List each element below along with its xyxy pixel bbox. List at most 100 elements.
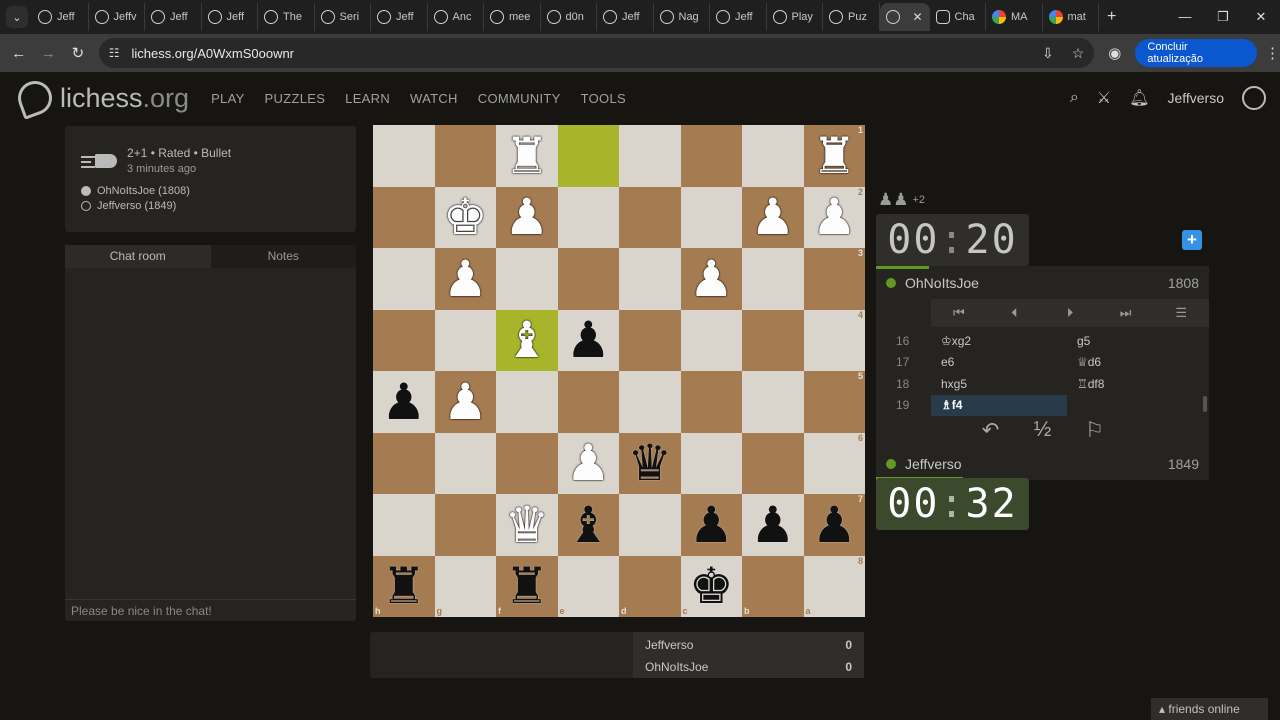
browser-tab[interactable]: Nag: [654, 3, 710, 31]
square-e6[interactable]: ♟: [557, 432, 619, 494]
black-pawn-icon[interactable]: ♟: [381, 377, 426, 427]
previous-move-icon[interactable]: ⏴: [987, 305, 1043, 321]
chat-input[interactable]: Please be nice in the chat!: [65, 599, 356, 621]
browser-tab[interactable]: Jeff: [32, 3, 89, 31]
friends-online-toggle[interactable]: ▴ friends online: [1151, 698, 1268, 720]
menu-icon[interactable]: ☰: [1153, 305, 1209, 321]
nav-community[interactable]: COMMUNITY: [478, 91, 561, 106]
browser-tab[interactable]: Jeff: [371, 3, 428, 31]
white-pawn-icon[interactable]: ♟: [566, 438, 611, 488]
white-king-icon[interactable]: ♚: [443, 192, 488, 242]
browser-tab[interactable]: Seri: [315, 3, 371, 31]
white-pawn-icon[interactable]: ♟: [689, 254, 734, 304]
square-b5[interactable]: [742, 371, 804, 433]
square-h3[interactable]: [373, 248, 435, 310]
user-menu[interactable]: Jeffverso: [1167, 90, 1224, 106]
browser-tab[interactable]: The: [258, 3, 315, 31]
black-bishop-icon[interactable]: ♝: [566, 500, 611, 550]
last-move-icon[interactable]: ⏭: [1098, 305, 1154, 321]
user-avatar-icon[interactable]: [1242, 86, 1266, 110]
white-rook-icon[interactable]: ♜: [504, 131, 549, 181]
black-move[interactable]: ♕d6: [1067, 352, 1203, 374]
add-time-button[interactable]: +: [1182, 230, 1202, 250]
square-d4[interactable]: [619, 309, 681, 371]
white-queen-icon[interactable]: ♛: [504, 500, 549, 550]
white-player-entry[interactable]: OhNoItsJoe (1808): [81, 185, 340, 197]
black-rook-icon[interactable]: ♜: [504, 561, 549, 611]
notifications-bell-icon[interactable]: 🔔︎: [1129, 88, 1149, 108]
black-player-entry[interactable]: Jeffverso (1849): [81, 200, 340, 212]
chess-board[interactable]: ♜ ♜ 1 ♚ ♟ ♟ ♟ 2 ♟ ♟ 3 ♝ ♟ 4 ♟ ♟ 5 ♟ ♛ 6 ♛ ♝ ♟ ♟ ♟ 7 ♜ h g ♜ f e d ♚ c b 8 a: [373, 125, 865, 617]
black-pawn-icon[interactable]: ♟: [566, 315, 611, 365]
square-d5[interactable]: [619, 371, 681, 433]
nav-watch[interactable]: WATCH: [410, 91, 458, 106]
install-app-icon[interactable]: ⇩: [1042, 45, 1054, 62]
close-tab-icon[interactable]: ✕: [912, 10, 922, 24]
update-button[interactable]: Concluir atualização: [1135, 39, 1257, 67]
site-info-icon[interactable]: ☷: [109, 46, 120, 60]
browser-tab[interactable]: Jeff: [202, 3, 258, 31]
tab-notes[interactable]: Notes: [210, 245, 356, 268]
browser-tab[interactable]: mat: [1043, 3, 1099, 31]
square-h4[interactable]: [373, 309, 435, 371]
square-a6[interactable]: 6: [803, 432, 865, 494]
square-b4[interactable]: [742, 309, 804, 371]
black-move[interactable]: g5: [1067, 330, 1203, 352]
square-d3[interactable]: [619, 248, 681, 310]
reload-icon[interactable]: ↻: [63, 44, 93, 62]
square-h5[interactable]: ♟: [373, 371, 435, 433]
square-a3[interactable]: 3: [803, 248, 865, 310]
square-f2[interactable]: ♟: [496, 186, 558, 248]
new-tab-icon[interactable]: +: [1107, 8, 1116, 26]
square-c4[interactable]: [680, 309, 742, 371]
square-f4[interactable]: ♝: [496, 309, 558, 371]
minimize-icon[interactable]: —: [1166, 9, 1204, 25]
black-move[interactable]: ♖df8: [1067, 373, 1203, 395]
resign-flag-icon[interactable]: ⚐: [1083, 418, 1107, 448]
square-h8[interactable]: ♜ h: [373, 555, 435, 617]
square-e3[interactable]: [557, 248, 619, 310]
black-pawn-icon[interactable]: ♟: [750, 500, 795, 550]
square-c5[interactable]: [680, 371, 742, 433]
square-g2[interactable]: ♚: [434, 186, 496, 248]
white-rook-icon[interactable]: ♜: [812, 131, 857, 181]
tab-search-icon[interactable]: ⌄: [6, 6, 28, 28]
square-d1[interactable]: [619, 125, 681, 187]
square-c1[interactable]: [680, 125, 742, 187]
white-bishop-icon[interactable]: ♝: [504, 315, 549, 365]
square-c7[interactable]: ♟: [680, 494, 742, 556]
back-icon[interactable]: ←: [4, 45, 34, 62]
square-e1[interactable]: [557, 125, 619, 187]
square-f8[interactable]: ♜ f: [496, 555, 558, 617]
forward-icon[interactable]: →: [34, 45, 64, 62]
square-a7[interactable]: ♟ 7: [803, 494, 865, 556]
browser-tab[interactable]: mee: [484, 3, 541, 31]
restore-icon[interactable]: ❐: [1204, 9, 1242, 25]
square-h7[interactable]: [373, 494, 435, 556]
white-move[interactable]: hxg5: [931, 373, 1067, 395]
square-d7[interactable]: [619, 494, 681, 556]
tab-chat-room[interactable]: Chat room: [65, 245, 211, 268]
white-pawn-icon[interactable]: ♟: [750, 192, 795, 242]
square-e7[interactable]: ♝: [557, 494, 619, 556]
square-b6[interactable]: [742, 432, 804, 494]
square-b3[interactable]: [742, 248, 804, 310]
square-f5[interactable]: [496, 371, 558, 433]
square-c6[interactable]: [680, 432, 742, 494]
black-pawn-icon[interactable]: ♟: [689, 500, 734, 550]
square-e2[interactable]: [557, 186, 619, 248]
white-move[interactable]: ♗f4: [931, 394, 1067, 416]
square-g7[interactable]: [434, 494, 496, 556]
challenge-swords-icon[interactable]: ⚔: [1097, 88, 1111, 108]
square-b7[interactable]: ♟: [742, 494, 804, 556]
nav-play[interactable]: PLAY: [211, 91, 244, 106]
browser-tab[interactable]: Puz: [823, 3, 880, 31]
square-a4[interactable]: 4: [803, 309, 865, 371]
square-g3[interactable]: ♟: [434, 248, 496, 310]
square-a8[interactable]: 8a: [803, 555, 865, 617]
square-c3[interactable]: ♟: [680, 248, 742, 310]
nav-puzzles[interactable]: PUZZLES: [265, 91, 326, 106]
white-pawn-icon[interactable]: ♟: [812, 192, 857, 242]
square-g6[interactable]: [434, 432, 496, 494]
opponent-name[interactable]: OhNoItsJoe: [905, 275, 979, 291]
